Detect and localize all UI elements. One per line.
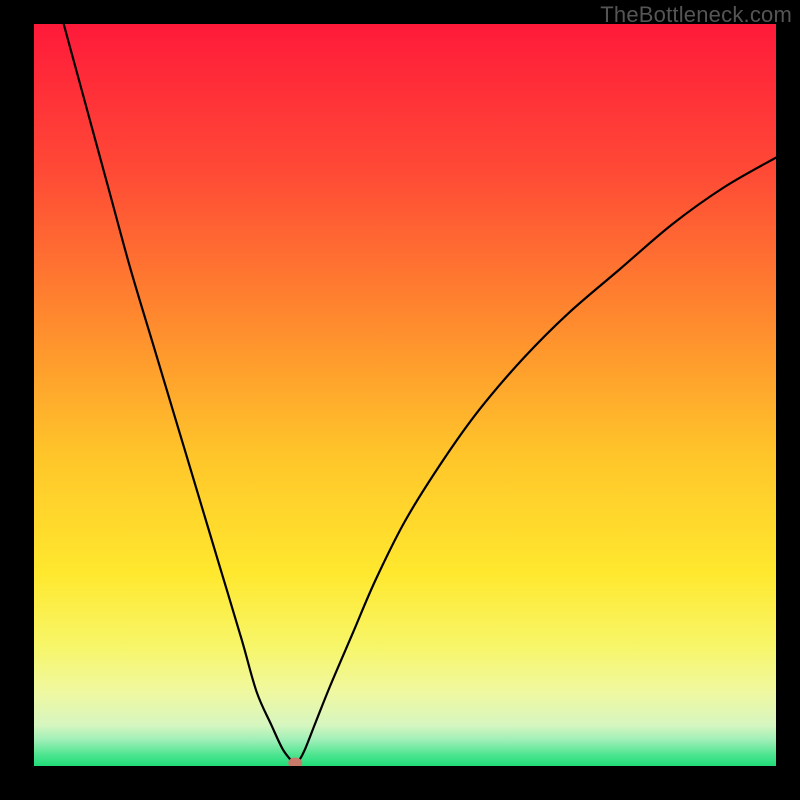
plot-area: [34, 24, 776, 766]
watermark-text: TheBottleneck.com: [600, 2, 792, 28]
chart-canvas: [34, 24, 776, 766]
gradient-background: [34, 24, 776, 766]
